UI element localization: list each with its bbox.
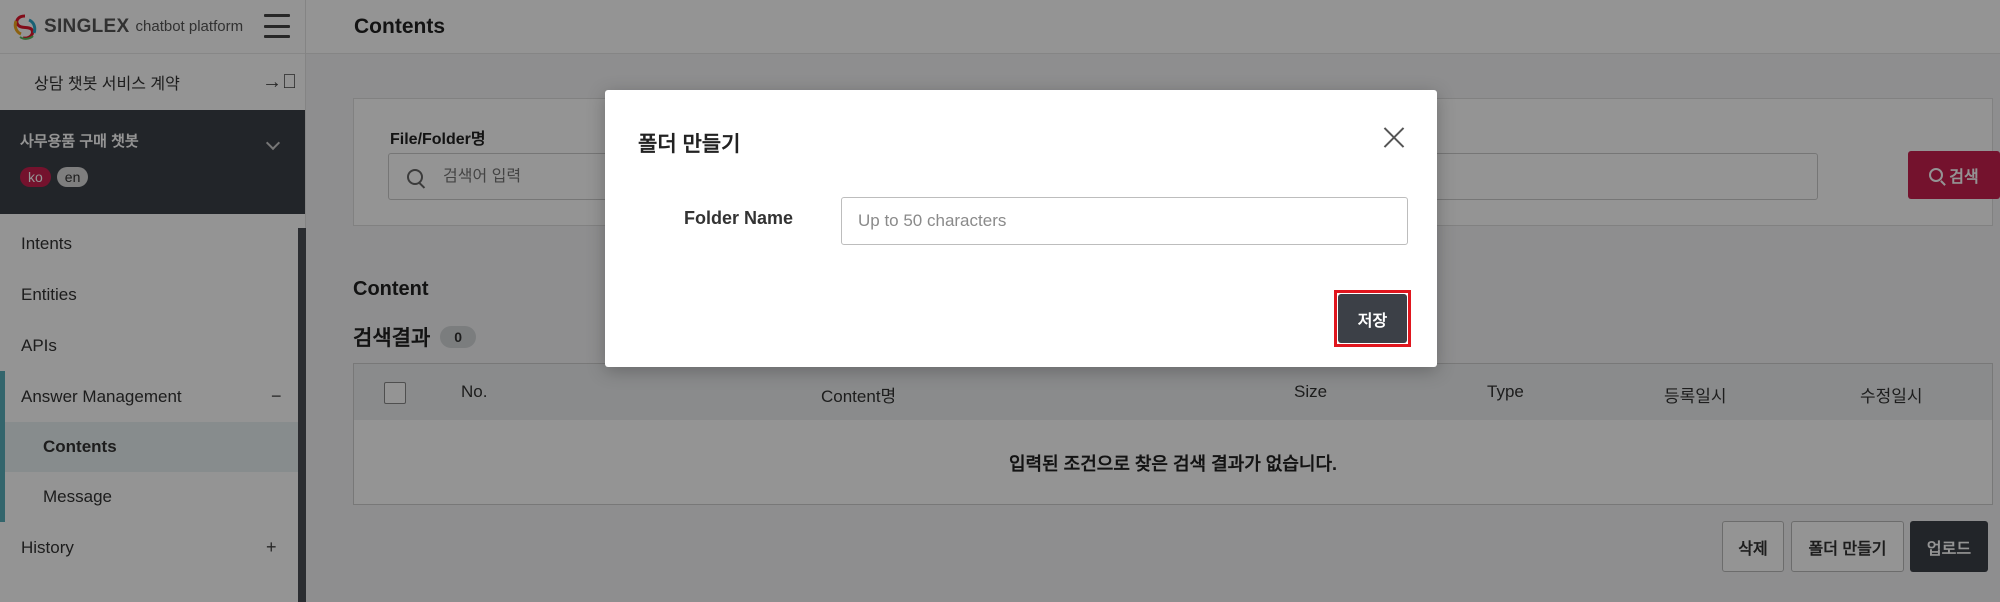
- close-icon[interactable]: [1383, 126, 1405, 148]
- folder-name-label: Folder Name: [684, 208, 794, 228]
- create-folder-dialog: 폴더 만들기 Folder Name 저장: [605, 90, 1437, 367]
- dialog-title: 폴더 만들기: [638, 133, 741, 156]
- save-button[interactable]: 저장: [1338, 294, 1407, 343]
- folder-name-input[interactable]: [841, 197, 1408, 245]
